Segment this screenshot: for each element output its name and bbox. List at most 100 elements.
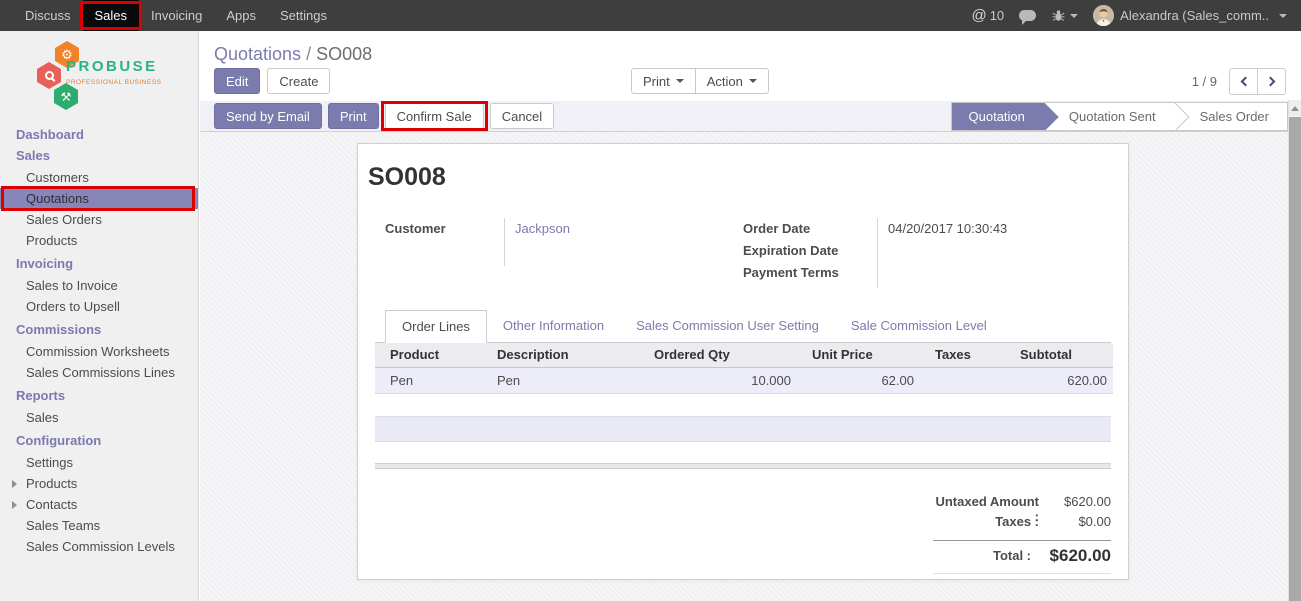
sidebar-item-reports-sales[interactable]: Sales [0,407,198,428]
confirm-sale-button[interactable]: Confirm Sale [385,103,484,129]
order-date-label: Order Date [743,218,877,240]
tab-other-information[interactable]: Other Information [487,310,620,342]
totals-block: Untaxed Amount : $620.00 Taxes : $0.00 T… [933,494,1111,574]
breadcrumb: Quotations / SO008 [200,31,1301,65]
col-subtotal: Subtotal [1005,343,1113,367]
tab-order-lines[interactable]: Order Lines [385,310,487,343]
sidebar-item-sales-orders[interactable]: Sales Orders [0,209,198,230]
col-description: Description [482,343,639,367]
list-footer-divider [375,463,1111,469]
main-content: Quotations / SO008 Edit Create Print Act… [200,31,1301,601]
top-nav-systray: @ 10 [971,0,1301,31]
stage-quotation-sent[interactable]: Quotation Sent [1043,103,1174,130]
chat-bubble-icon[interactable] [1019,10,1036,21]
sidebar-menu: Dashboard Sales Customers Quotations Sal… [0,127,198,557]
breadcrumb-quotations-link[interactable]: Quotations [214,44,301,64]
col-product: Product [375,343,482,367]
stage-sales-order[interactable]: Sales Order [1174,103,1287,130]
cell-product[interactable]: Pen [375,367,482,393]
odoo-app-window: Discuss Sales Invoicing Apps Settings @ … [0,0,1301,601]
col-taxes: Taxes [920,343,1005,367]
statusbar: Send by Email Print Confirm Sale Cancel … [200,101,1288,132]
stage-quotation[interactable]: Quotation [952,103,1043,130]
sidebar-item-sales[interactable]: Sales [0,148,198,164]
magnifier-icon [37,62,61,89]
user-name: Alexandra (Sales_comm.. [1120,8,1269,23]
sidebar-item-reports[interactable]: Reports [0,388,198,404]
cell-unit-price[interactable]: 62.00 [797,367,920,393]
chevron-right-icon [1265,77,1275,87]
payment-terms-label: Payment Terms [743,262,877,284]
logo-subtitle: PROFESSIONAL BUSINESS [66,79,162,86]
notebook-tabs: Order Lines Other Information Sales Comm… [375,310,1111,343]
cell-description[interactable]: Pen [482,367,639,393]
breadcrumb-current: SO008 [316,44,372,64]
expiration-date-value [888,240,1007,262]
cell-ordered-qty[interactable]: 10.000 [639,367,797,393]
col-unit-price: Unit Price [797,343,920,367]
nav-invoicing[interactable]: Invoicing [139,0,214,31]
order-date-value: 04/20/2017 10:30:43 [888,218,1007,240]
edit-button[interactable]: Edit [214,68,260,94]
quotation-sheet: SO008 Customer Jackpson Order Date [357,143,1129,580]
action-dropdown-button[interactable]: Action [695,68,769,94]
scrollbar-thumb[interactable] [1289,117,1301,601]
debug-menu[interactable] [1051,9,1078,23]
pager-previous-button[interactable] [1229,68,1258,95]
sidebar-item-products[interactable]: Products [0,230,198,251]
activities-counter[interactable]: @ 10 [971,7,1004,24]
sidebar: ⚙ ⚒ PROBUSE PROFESSIONAL BUSINESS Dashbo… [0,31,199,601]
print-button[interactable]: Print [328,103,379,129]
totals-bottom-line [933,573,1111,574]
nav-apps[interactable]: Apps [214,0,268,31]
avatar [1093,5,1114,26]
sidebar-item-commissions[interactable]: Commissions [0,322,198,338]
top-navbar: Discuss Sales Invoicing Apps Settings @ … [0,0,1301,31]
triangle-up-icon [1291,106,1299,111]
sidebar-item-sales-to-invoice[interactable]: Sales to Invoice [0,275,198,296]
sidebar-item-config-contacts[interactable]: Contacts [0,494,198,515]
nav-settings[interactable]: Settings [268,0,339,31]
header-fields: Customer Jackpson Order Date Expiration … [358,218,1128,288]
print-dropdown-button[interactable]: Print [631,68,696,94]
create-button[interactable]: Create [267,68,330,94]
nav-sales[interactable]: Sales [83,0,140,31]
caret-down-icon [676,79,684,83]
expand-arrow-icon [12,480,17,488]
sidebar-item-orders-to-upsell[interactable]: Orders to Upsell [0,296,198,317]
sidebar-item-sales-commissions-lines[interactable]: Sales Commissions Lines [0,362,198,383]
sidebar-item-dashboard[interactable]: Dashboard [0,127,198,143]
caret-down-icon [1070,14,1078,18]
sidebar-item-settings[interactable]: Settings [0,452,198,473]
sidebar-item-sales-teams[interactable]: Sales Teams [0,515,198,536]
send-by-email-button[interactable]: Send by Email [214,103,322,129]
pager-next-button[interactable] [1257,68,1286,95]
sidebar-item-commission-worksheets[interactable]: Commission Worksheets [0,341,198,362]
customer-value-link[interactable]: Jackpson [515,218,570,240]
tab-sales-commission-user-setting[interactable]: Sales Commission User Setting [620,310,835,342]
pager: 1 / 9 [1192,68,1286,95]
user-menu[interactable]: Alexandra (Sales_comm.. [1093,5,1287,26]
cell-subtotal[interactable]: 620.00 [1005,367,1113,393]
record-buttons: Edit Create [214,68,330,94]
col-ordered-qty: Ordered Qty [639,343,797,367]
total-label: Total : [933,548,1031,563]
sidebar-item-config-products[interactable]: Products [0,473,198,494]
tab-sale-commission-level[interactable]: Sale Commission Level [835,310,1003,342]
scrollbar-up-button[interactable] [1289,100,1301,116]
nav-discuss[interactable]: Discuss [13,0,83,31]
vertical-scrollbar[interactable] [1288,100,1301,601]
cancel-button[interactable]: Cancel [490,103,554,129]
sidebar-item-quotations[interactable]: Quotations [0,188,198,209]
tools-icon: ⚒ [54,83,78,110]
sidebar-item-customers[interactable]: Customers [0,167,198,188]
pager-count: 1 / 9 [1192,74,1217,89]
page-title: SO008 [368,163,1128,192]
sidebar-item-configuration[interactable]: Configuration [0,433,198,449]
top-nav-menus: Discuss Sales Invoicing Apps Settings [0,0,339,31]
probuse-logo: ⚙ ⚒ PROBUSE PROFESSIONAL BUSINESS [0,31,198,117]
sidebar-item-sales-commission-levels[interactable]: Sales Commission Levels [0,536,198,557]
table-row[interactable]: Pen Pen 10.000 62.00 620.00 [375,367,1113,393]
cell-taxes[interactable] [920,367,1005,393]
sidebar-item-invoicing[interactable]: Invoicing [0,256,198,272]
